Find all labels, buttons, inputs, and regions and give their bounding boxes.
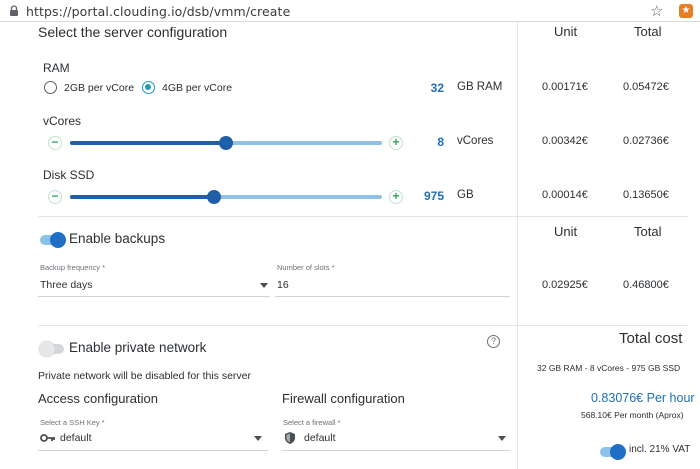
- backup-frequency-select[interactable]: Three days: [40, 279, 93, 291]
- ram-unit: GB RAM: [457, 81, 503, 93]
- firewall-underline: [282, 450, 510, 451]
- backups-unit-header: Unit: [554, 224, 578, 239]
- divider-config: [38, 216, 517, 217]
- backups-total-header: Total: [634, 224, 662, 239]
- vcores-unit: vCores: [457, 135, 494, 147]
- ssh-key-underline: [38, 450, 268, 451]
- total-cost-title: Total cost: [619, 330, 683, 347]
- vcores-total-price: 0.02736€: [623, 135, 669, 147]
- private-network-note: Private network will be disabled for thi…: [38, 370, 252, 382]
- disk-slider[interactable]: [70, 190, 382, 204]
- backups-unit-price: 0.02925€: [542, 279, 588, 291]
- browser-address-bar: https://portal.clouding.io/dsb/vmm/creat…: [0, 0, 700, 22]
- slots-input[interactable]: 16: [277, 279, 289, 291]
- backup-frequency-label: Backup frequency *: [40, 263, 106, 272]
- slots-label: Number of slots *: [277, 263, 335, 272]
- shield-icon: [285, 432, 295, 444]
- vcores-slider-fill: [70, 141, 226, 145]
- vcores-increase-button[interactable]: +: [389, 136, 403, 150]
- disk-slider-handle[interactable]: [206, 190, 221, 204]
- backups-toggle[interactable]: [40, 232, 66, 248]
- ram-label: RAM: [43, 61, 70, 75]
- vcores-slider-handle[interactable]: [219, 136, 233, 150]
- disk-label: Disk SSD: [43, 168, 95, 182]
- radio-2gb-label: 2GB per vCore: [64, 82, 135, 94]
- radio-4gb[interactable]: [142, 81, 155, 94]
- server-config-title: Select the server configuration: [38, 24, 228, 40]
- divider-right-1: [518, 216, 688, 217]
- disk-decrease-button[interactable]: −: [48, 190, 62, 204]
- chevron-down-icon[interactable]: [260, 283, 268, 288]
- total-header: Total: [634, 24, 662, 39]
- radio-2gb[interactable]: [44, 81, 57, 94]
- bookmark-star-icon[interactable]: ☆: [650, 2, 663, 20]
- disk-increase-button[interactable]: +: [389, 190, 403, 204]
- divider-right-2: [518, 325, 688, 326]
- total-cost-spec: 32 GB RAM - 8 vCores - 975 GB SSD: [537, 363, 681, 373]
- disk-value: 975: [423, 189, 444, 203]
- private-network-toggle-label: Enable private network: [69, 340, 207, 355]
- firewall-select[interactable]: default: [304, 432, 336, 444]
- slots-underline: [275, 296, 510, 297]
- disk-slider-fill: [70, 195, 214, 199]
- ram-total-price: 0.05472€: [623, 81, 669, 93]
- key-icon: [40, 434, 55, 442]
- lock-icon: [10, 5, 18, 16]
- backups-total-price: 0.46800€: [623, 279, 669, 291]
- vcores-decrease-button[interactable]: −: [48, 136, 62, 150]
- disk-unit: GB: [457, 189, 474, 201]
- ssh-key-select[interactable]: default: [60, 432, 92, 444]
- extension-icon[interactable]: ★: [679, 4, 693, 18]
- vcores-value: 8: [437, 135, 444, 149]
- radio-4gb-label: 4GB per vCore: [162, 82, 233, 94]
- column-divider: [517, 22, 518, 469]
- access-config-title: Access configuration: [38, 391, 158, 406]
- firewall-label: Select a firewall *: [283, 418, 341, 427]
- url-text[interactable]: https://portal.clouding.io/dsb/vmm/creat…: [26, 4, 290, 19]
- unit-header: Unit: [554, 24, 578, 39]
- disk-unit-price: 0.00014€: [542, 189, 588, 201]
- firewall-config-title: Firewall configuration: [282, 391, 405, 406]
- vcores-slider[interactable]: [70, 136, 382, 150]
- question-circle-icon[interactable]: ?: [487, 335, 500, 348]
- chevron-down-icon[interactable]: [254, 436, 262, 441]
- ssh-key-label: Select a SSH Key *: [40, 418, 105, 427]
- vcores-unit-price: 0.00342€: [542, 135, 588, 147]
- divider-backups: [38, 325, 517, 326]
- price-per-month: 568.10€ Per month (Aprox): [581, 410, 684, 420]
- ram-unit-price: 0.00171€: [542, 81, 588, 93]
- chevron-down-icon[interactable]: [498, 436, 506, 441]
- ram-value: 32: [430, 81, 444, 95]
- price-per-hour: 0.83076€ Per hour: [591, 391, 695, 405]
- vcores-label: vCores: [43, 114, 82, 128]
- private-network-toggle[interactable]: [39, 341, 64, 357]
- disk-total-price: 0.13650€: [623, 189, 669, 201]
- backups-toggle-label: Enable backups: [69, 231, 166, 246]
- backup-frequency-underline: [38, 296, 270, 297]
- vat-label: incl. 21% VAT: [629, 444, 691, 455]
- vat-toggle[interactable]: [600, 444, 626, 460]
